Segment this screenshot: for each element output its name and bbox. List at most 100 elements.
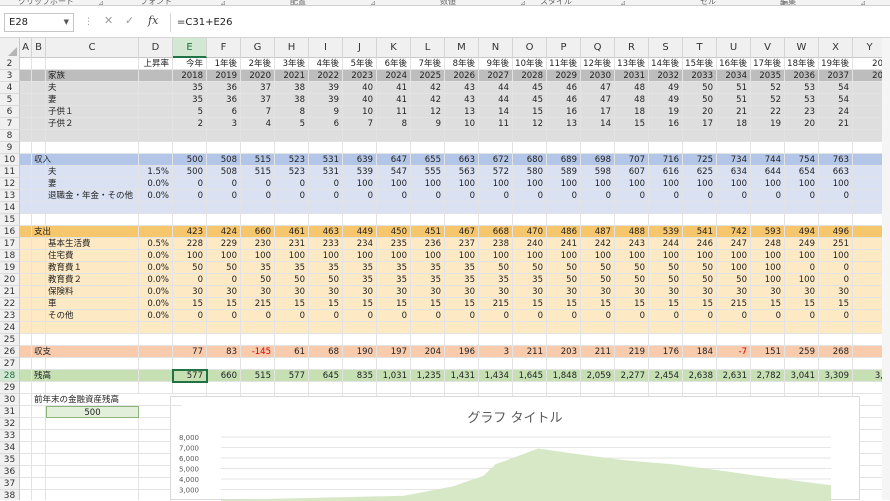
value-cell[interactable]: 53 [785, 94, 819, 106]
value-cell[interactable]: 50 [683, 274, 717, 286]
cell[interactable] [173, 358, 207, 370]
cell[interactable] [275, 142, 309, 154]
cell[interactable] [309, 358, 343, 370]
cell[interactable] [819, 202, 853, 214]
value-cell[interactable]: 50 [275, 274, 309, 286]
value-cell[interactable]: 228 [173, 238, 207, 250]
cell[interactable] [445, 142, 479, 154]
row-label[interactable]: 子供２ [46, 118, 139, 130]
value-cell[interactable]: 35 [343, 262, 377, 274]
cell[interactable] [717, 334, 751, 346]
cell[interactable] [343, 334, 377, 346]
cell[interactable] [139, 442, 173, 454]
value-cell[interactable]: 577 [173, 370, 207, 382]
value-cell[interactable]: 14 [479, 106, 513, 118]
cell[interactable] [20, 262, 32, 274]
cell[interactable] [649, 214, 683, 226]
cell[interactable] [751, 382, 785, 394]
value-cell[interactable]: 9 [411, 118, 445, 130]
year-offset-header[interactable]: 6年後 [377, 58, 411, 70]
value-cell[interactable]: 100 [751, 178, 785, 190]
cell[interactable] [343, 142, 377, 154]
cell[interactable] [46, 466, 139, 478]
cell[interactable] [309, 202, 343, 214]
value-cell[interactable]: 593 [751, 226, 785, 238]
value-cell[interactable]: 41 [377, 94, 411, 106]
value-cell[interactable]: 35 [377, 274, 411, 286]
value-cell[interactable]: 763 [819, 154, 853, 166]
value-cell[interactable]: 6 [309, 118, 343, 130]
value-cell[interactable]: 30 [683, 286, 717, 298]
value-cell[interactable]: 487 [581, 226, 615, 238]
year-header[interactable]: 2020 [241, 70, 275, 82]
value-cell[interactable]: 488 [615, 226, 649, 238]
column-header-j[interactable]: J [343, 38, 377, 58]
value-cell[interactable]: 541 [683, 226, 717, 238]
rate-cell[interactable]: 0.0% [139, 190, 173, 202]
value-cell[interactable]: 8 [275, 106, 309, 118]
cell[interactable] [445, 202, 479, 214]
value-cell[interactable]: 0 [751, 190, 785, 202]
cell[interactable] [46, 442, 139, 454]
value-cell[interactable]: 49 [649, 82, 683, 94]
cell[interactable] [139, 334, 173, 346]
cell[interactable] [173, 382, 207, 394]
value-cell[interactable]: 30 [547, 286, 581, 298]
value-cell[interactable]: 4 [241, 118, 275, 130]
cell[interactable] [581, 214, 615, 226]
value-cell[interactable]: 0 [411, 310, 445, 322]
cell[interactable] [547, 202, 581, 214]
row-label[interactable]: 妻 [46, 94, 139, 106]
cell[interactable] [785, 214, 819, 226]
value-cell[interactable]: 539 [649, 226, 683, 238]
value-cell[interactable]: 0 [785, 310, 819, 322]
section-label[interactable]: 収入 [32, 154, 46, 166]
value-cell[interactable]: 1,431 [445, 370, 479, 382]
row-header[interactable]: 38 [0, 490, 20, 500]
column-header-s[interactable]: S [649, 38, 683, 58]
cell[interactable] [139, 406, 173, 418]
rate-cell[interactable] [139, 118, 173, 130]
value-cell[interactable]: 35 [241, 262, 275, 274]
value-cell[interactable]: 2,638 [683, 370, 717, 382]
value-cell[interactable]: 100 [377, 250, 411, 262]
value-cell[interactable]: 14 [581, 118, 615, 130]
cell[interactable] [20, 418, 32, 430]
cell[interactable] [139, 382, 173, 394]
value-cell[interactable]: 100 [479, 178, 513, 190]
row-label[interactable]: 住宅費 [46, 250, 139, 262]
cell[interactable] [207, 214, 241, 226]
value-cell[interactable]: 21 [717, 106, 751, 118]
value-cell[interactable]: 515 [241, 166, 275, 178]
cell[interactable] [20, 358, 32, 370]
row-label[interactable]: 妻 [46, 178, 139, 190]
value-cell[interactable]: 203 [547, 346, 581, 358]
cell[interactable] [411, 334, 445, 346]
year-offset-header[interactable]: 16年後 [717, 58, 751, 70]
value-cell[interactable]: 734 [717, 154, 751, 166]
row-header[interactable]: 24 [0, 322, 20, 334]
cell[interactable] [819, 214, 853, 226]
value-cell[interactable]: 52 [751, 94, 785, 106]
value-cell[interactable]: 616 [649, 166, 683, 178]
value-cell[interactable]: 39 [309, 82, 343, 94]
value-cell[interactable]: 50 [547, 274, 581, 286]
cell[interactable] [20, 430, 32, 442]
cell[interactable] [32, 406, 46, 418]
select-all-corner[interactable] [0, 38, 20, 58]
cell[interactable] [717, 130, 751, 142]
value-cell[interactable]: 11 [377, 106, 411, 118]
year-header[interactable]: 2019 [207, 70, 241, 82]
cell[interactable] [615, 358, 649, 370]
value-cell[interactable]: 100 [751, 274, 785, 286]
cell[interactable] [20, 106, 32, 118]
value-cell[interactable]: 2,277 [615, 370, 649, 382]
value-cell[interactable]: 30 [581, 286, 615, 298]
cell[interactable] [20, 310, 32, 322]
cell[interactable] [683, 142, 717, 154]
cell[interactable] [20, 82, 32, 94]
cell[interactable] [32, 334, 46, 346]
cell[interactable] [20, 226, 32, 238]
value-cell[interactable]: 531 [309, 154, 343, 166]
section-label[interactable]: 家族 [46, 70, 139, 82]
